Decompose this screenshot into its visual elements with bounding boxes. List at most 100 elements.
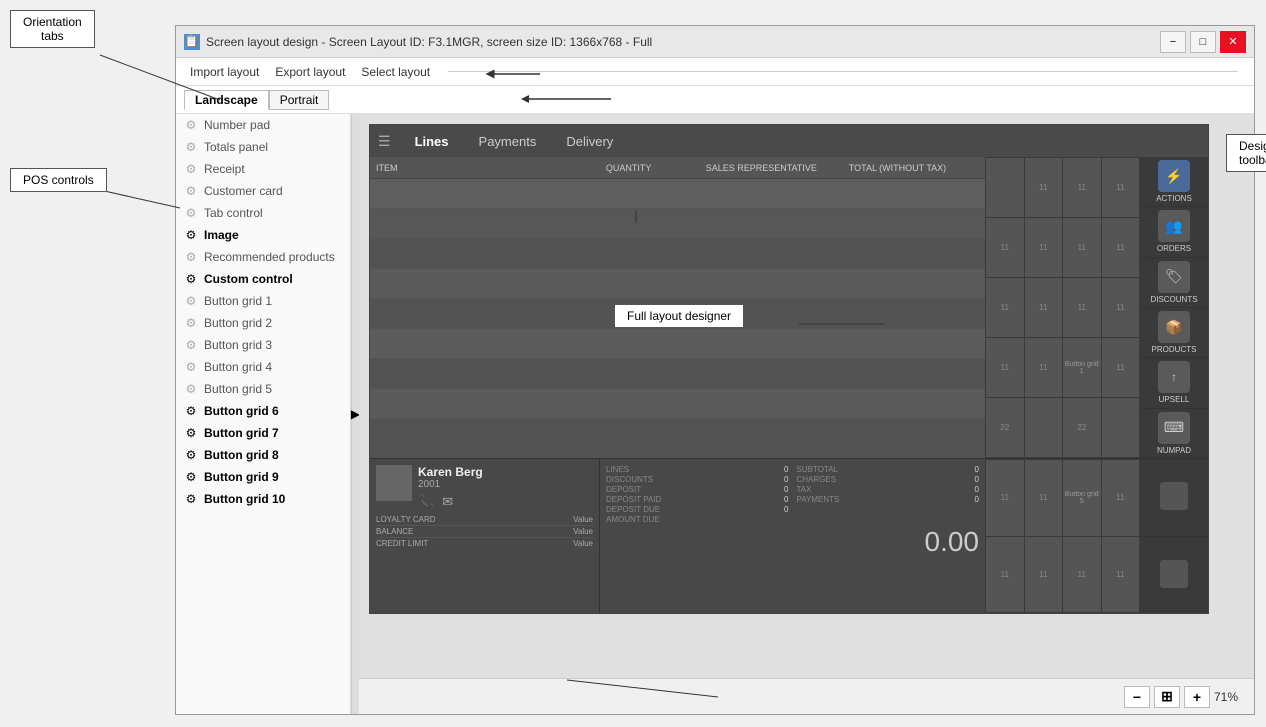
grid-cell[interactable]: 11 [1102,218,1140,277]
sidebar-item-btngrid5[interactable]: ⚙ Button grid 5 [176,378,350,400]
grid-cell[interactable]: 11 [1025,338,1063,397]
sidebar-item-btngrid6[interactable]: ⚙ Button grid 6 [176,400,350,422]
canvas-inner: ☰ Lines Payments Delivery ITEM [370,125,1208,613]
subtotal-value: 0 [939,465,979,474]
sidebar-item-btngrid8[interactable]: ⚙ Button grid 8 [176,444,350,466]
landscape-tab[interactable]: Landscape [184,90,269,110]
table-row[interactable] [370,239,985,269]
grid-cell[interactable]: 11 [986,278,1024,337]
sidebar-item-totals[interactable]: ⚙ Totals panel [176,136,350,158]
pos-tab-delivery[interactable]: Delivery [552,130,627,153]
grid-cell[interactable]: 11 [986,537,1024,613]
products-button[interactable]: 📦 PRODUCTS [1140,308,1208,358]
grid-cell[interactable]: 11 [1025,278,1063,337]
payments-value: 0 [939,495,979,504]
close-button[interactable]: ✕ [1220,31,1246,53]
charges-value: 0 [939,475,979,484]
bottom-act-icon2 [1160,560,1188,588]
grid-cell[interactable]: 11 [1063,278,1101,337]
zoom-in-button[interactable]: + [1184,686,1210,708]
grid-cell[interactable] [1102,398,1140,457]
pos-tab-payments[interactable]: Payments [465,130,551,153]
portrait-tab[interactable]: Portrait [269,90,330,110]
email-icon[interactable]: ✉ [442,494,453,510]
gear-icon: ⚙ [184,206,198,220]
sidebar-item-btngrid9[interactable]: ⚙ Button grid 9 [176,466,350,488]
grid-cell[interactable]: 11 [1102,537,1140,613]
discounts-button[interactable]: 🏷 DISCOUNTS [1140,258,1208,308]
customer-code: 2001 [418,479,483,490]
canvas-main-row: ITEM QUANTITY SALES REPRESENTATIVE TOTAL… [370,157,1208,458]
title-bar: 📋 Screen layout design - Screen Layout I… [176,26,1254,58]
maximize-button[interactable]: □ [1190,31,1216,53]
grid-cell[interactable]: 11 [1063,537,1101,613]
sidebar-item-btngrid7[interactable]: ⚙ Button grid 7 [176,422,350,444]
subtotal-label: SUBTOTAL [797,465,932,474]
grid-cell[interactable]: 11 [1102,338,1140,397]
gear-icon: ⚙ [184,404,198,418]
upsell-button[interactable]: ↑ UPSELL [1140,358,1208,408]
credit-row: CREDIT LIMIT Value [376,538,593,549]
select-layout-menu[interactable]: Select layout [355,63,436,81]
sidebar-item-receipt[interactable]: ⚙ Receipt [176,158,350,180]
grid-cell[interactable]: 11 [986,218,1024,277]
grid-cell[interactable]: 11 [1025,460,1063,536]
sidebar-collapse[interactable]: ▶ [351,114,359,714]
grid-cell[interactable] [1025,398,1063,457]
grid-cell[interactable]: 11 [1025,158,1063,217]
grid-cell[interactable]: 11 [986,460,1024,536]
table-row[interactable] [370,269,985,299]
table-row[interactable] [370,359,985,389]
grid-cell[interactable]: 22 [1063,398,1101,457]
phone-icon[interactable]: 📞 [418,494,434,510]
sidebar-item-btngrid3[interactable]: ⚙ Button grid 3 [176,334,350,356]
grid-cell[interactable]: 11 [1102,158,1140,217]
grid-cell[interactable]: 11 [986,338,1024,397]
grid-cell[interactable]: 11 [1025,537,1063,613]
actions-button[interactable]: ⚡ ACTIONS [1140,157,1208,207]
numpad-label: NUMPAD [1157,446,1191,455]
table-row[interactable] [370,179,985,209]
grid-cell[interactable]: 11 [1102,460,1140,536]
gear-icon: ⚙ [184,118,198,132]
bottom-act-btn1[interactable] [1140,459,1208,537]
numpad-button[interactable]: ⌨ NUMPAD [1140,409,1208,458]
bottom-act-btn2[interactable] [1140,537,1208,614]
zoom-out-button[interactable]: − [1124,686,1150,708]
table-row[interactable] [370,389,985,419]
pos-canvas: ☰ Lines Payments Delivery ITEM [369,124,1209,614]
grid-cell[interactable]: 11 [1063,158,1101,217]
grid-cell[interactable]: 11 [1102,278,1140,337]
minimize-button[interactable]: − [1160,31,1186,53]
sidebar-item-numberpad[interactable]: ⚙ Number pad [176,114,350,136]
grid-cell-btngrid5[interactable]: Button grid 5 [1063,460,1101,536]
sidebar-label: Button grid 3 [204,338,272,352]
orders-button[interactable]: 👥 ORDERS [1140,207,1208,257]
sidebar-item-tab[interactable]: ⚙ Tab control [176,202,350,224]
sidebar-item-custom[interactable]: ⚙ Custom control [176,268,350,290]
sidebar-item-btngrid4[interactable]: ⚙ Button grid 4 [176,356,350,378]
sidebar-item-btngrid2[interactable]: ⚙ Button grid 2 [176,312,350,334]
grid-cell[interactable] [986,158,1024,217]
sidebar-item-customer[interactable]: ⚙ Customer card [176,180,350,202]
grid-cell[interactable]: 22 [986,398,1024,457]
sidebar-item-recommended[interactable]: ⚙ Recommended products [176,246,350,268]
table-row[interactable] [370,209,985,239]
table-row[interactable] [370,329,985,359]
sidebar-item-btngrid10[interactable]: ⚙ Button grid 10 [176,488,350,510]
sidebar-item-btngrid1[interactable]: ⚙ Button grid 1 [176,290,350,312]
grid-cell[interactable]: 11 [1025,218,1063,277]
designer-area: Full layout designer ☰ Lines Payments De… [359,114,1254,714]
grid-cell[interactable]: 11 [1063,218,1101,277]
grid-cell-btngrid1[interactable]: Button grid 1 [1063,338,1101,397]
zoom-fit-button[interactable]: ⊞ [1154,686,1180,708]
sidebar-item-image[interactable]: ⚙ Image [176,224,350,246]
sidebar-label: Button grid 2 [204,316,272,330]
pos-tab-lines[interactable]: Lines [401,130,463,153]
import-layout-menu[interactable]: Import layout [184,63,265,81]
orientation-tabs-label: Orientation tabs [23,15,82,43]
export-layout-menu[interactable]: Export layout [269,63,351,81]
full-layout-callout-wrapper: Full layout designer [614,304,744,328]
table-row[interactable] [370,419,985,458]
orientation-tabs: Landscape Portrait [176,86,1254,114]
